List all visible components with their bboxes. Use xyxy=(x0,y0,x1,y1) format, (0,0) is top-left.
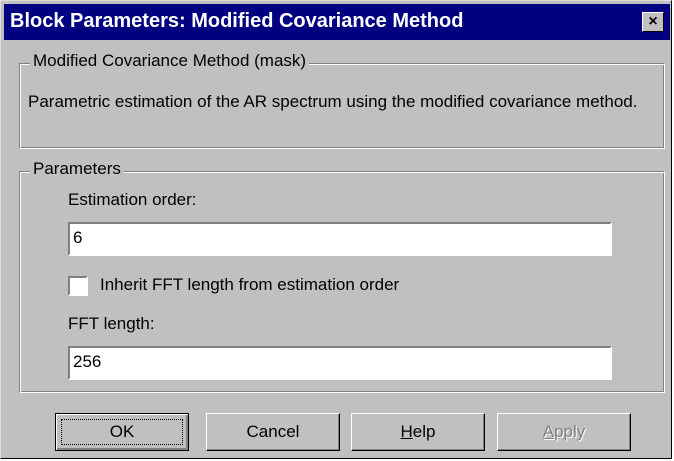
ok-button[interactable]: OK xyxy=(55,413,189,451)
title-bar[interactable]: Block Parameters: Modified Covariance Me… xyxy=(4,4,670,40)
mask-group: Modified Covariance Method (mask) Parame… xyxy=(19,51,665,149)
apply-mnemonic: A xyxy=(542,422,555,441)
close-button[interactable]: × xyxy=(642,12,664,32)
parameters-group-legend: Parameters xyxy=(30,159,124,179)
dialog-window: Block Parameters: Modified Covariance Me… xyxy=(0,0,672,459)
estimation-order-label: Estimation order: xyxy=(68,190,197,209)
mask-group-legend: Modified Covariance Method (mask) xyxy=(30,51,310,71)
help-button-label: elp xyxy=(412,422,436,441)
inherit-fft-checkbox[interactable] xyxy=(68,276,88,296)
window-title: Block Parameters: Modified Covariance Me… xyxy=(10,10,464,32)
help-button[interactable]: Help xyxy=(351,413,485,451)
mask-description: Parametric estimation of the AR spectrum… xyxy=(28,92,638,111)
fft-length-label: FFT length: xyxy=(68,314,155,333)
apply-button: Apply xyxy=(497,413,631,451)
apply-button-label: pply xyxy=(554,422,586,441)
focus-rect xyxy=(61,419,183,445)
cancel-button[interactable]: Cancel xyxy=(206,413,340,451)
close-icon: × xyxy=(648,13,658,30)
inherit-fft-label[interactable]: Inherit FFT length from estimation order xyxy=(100,275,399,295)
help-mnemonic: H xyxy=(400,422,413,441)
cancel-button-label: Cancel xyxy=(246,422,300,441)
parameters-group: Parameters Estimation order: 6 Inherit F… xyxy=(19,159,665,393)
fft-length-input[interactable]: 256 xyxy=(68,346,612,380)
estimation-order-input[interactable]: 6 xyxy=(68,222,612,256)
